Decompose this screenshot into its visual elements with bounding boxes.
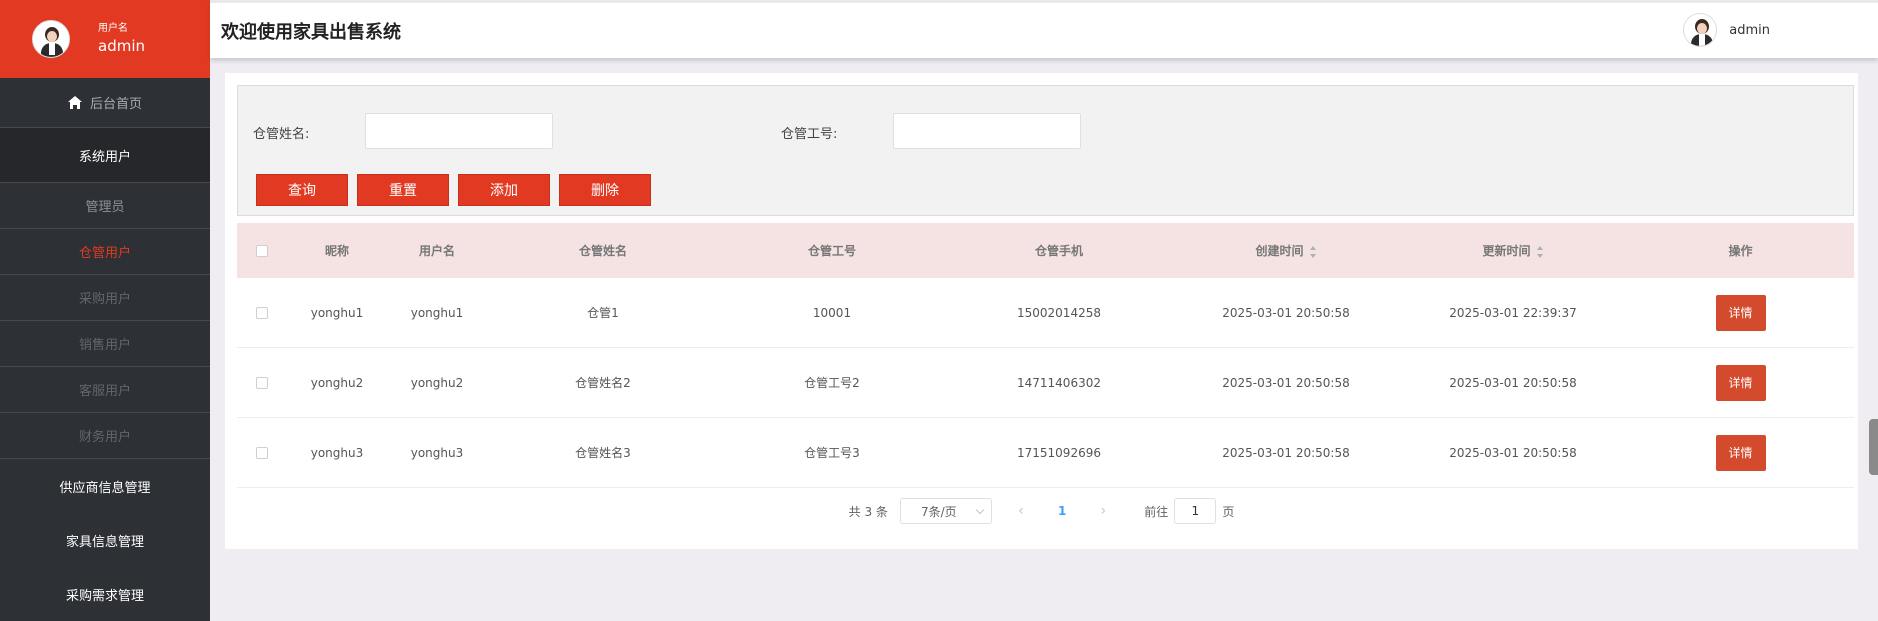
detail-button[interactable]: 详情 [1715, 434, 1766, 471]
select-all-cell [237, 244, 287, 257]
pagination: 共 3 条 7条/页 ‹ 1 › 前往 1 页 [225, 497, 1858, 525]
header-username: 用户名 [418, 244, 455, 258]
cell-created: 2025-03-01 20:50:58 [1222, 445, 1350, 460]
sidebar-item-label: 后台首页 [89, 97, 142, 112]
cell-username: yonghu3 [410, 445, 464, 460]
sidebar-group-system-users[interactable]: 系统用户 [0, 128, 210, 183]
detail-button[interactable]: 详情 [1715, 364, 1766, 401]
avatar [32, 20, 70, 58]
top-header: 欢迎使用家具出售系统 admin [210, 0, 1878, 58]
main-panel: 仓管姓名: 仓管工号: 查询 重置 添加 删除 昵称 用户名 仓管姓名 仓管工号… [225, 73, 1858, 549]
table-row: yonghu1 yonghu1 仓管1 10001 15002014258 20… [237, 278, 1854, 348]
cell-updated: 2025-03-01 22:39:37 [1449, 305, 1577, 320]
name-input[interactable] [365, 113, 553, 149]
header-created[interactable]: 创建时间 [1173, 242, 1399, 259]
id-input[interactable] [893, 113, 1081, 149]
cell-phone: 14711406302 [1017, 375, 1101, 390]
page-number-current[interactable]: 1 [1058, 504, 1066, 518]
cell-nickname: yonghu3 [310, 445, 364, 460]
sidebar-item-admin[interactable]: 管理员 [0, 183, 210, 229]
cell-phone: 15002014258 [1017, 305, 1101, 320]
sidebar-item-furniture[interactable]: 家具信息管理 [0, 513, 210, 567]
cell-name: 仓管姓名3 [575, 446, 631, 460]
goto-page-input[interactable]: 1 [1174, 498, 1217, 524]
cell-action: 详情 [1627, 434, 1854, 471]
prev-page-icon[interactable]: ‹ [1016, 503, 1026, 519]
sidebar-item-purchase-users[interactable]: 采购用户 [0, 275, 210, 321]
header-created-label: 创建时间 [1255, 244, 1304, 258]
sort-icon[interactable] [1309, 245, 1317, 258]
cell-name: 仓管姓名2 [575, 376, 631, 390]
sidebar-item-finance-users[interactable]: 财务用户 [0, 413, 210, 459]
page-unit-label: 页 [1222, 504, 1235, 519]
cell-phone: 17151092696 [1017, 445, 1101, 460]
cell-created: 2025-03-01 20:50:58 [1222, 305, 1350, 320]
header-updated-label: 更新时间 [1482, 244, 1531, 258]
page-size-select[interactable]: 7条/页 [899, 498, 992, 524]
sidebar-user-label: 用户名 [98, 23, 128, 34]
sidebar-user-name: admin [98, 37, 145, 55]
cell-id: 仓管工号3 [804, 446, 860, 460]
pagination-total: 共 3 条 [848, 504, 888, 519]
cell-id: 仓管工号2 [804, 376, 860, 390]
header-user-name: admin [1729, 22, 1770, 38]
header-name: 仓管姓名 [578, 244, 627, 258]
header-updated[interactable]: 更新时间 [1399, 242, 1627, 259]
sidebar-user-block: 用户名 admin [0, 0, 210, 78]
cell-action: 详情 [1627, 364, 1854, 401]
add-button[interactable]: 添加 [458, 174, 550, 206]
row-select-cell [237, 446, 287, 459]
cell-updated: 2025-03-01 20:50:58 [1449, 445, 1577, 460]
sidebar-item-purchase-demand[interactable]: 采购需求管理 [0, 567, 210, 621]
cell-name: 仓管1 [587, 306, 619, 320]
page-size-value: 7条/页 [920, 504, 957, 519]
sidebar-item-home[interactable]: 后台首页 [0, 78, 210, 128]
id-label: 仓管工号: [781, 127, 838, 142]
header-user[interactable]: admin [1683, 13, 1770, 47]
header-nickname: 昵称 [324, 244, 349, 258]
chevron-down-icon [975, 505, 985, 515]
table-row: yonghu3 yonghu3 仓管姓名3 仓管工号3 17151092696 … [237, 418, 1854, 488]
page-title: 欢迎使用家具出售系统 [221, 21, 401, 43]
cell-username: yonghu2 [410, 375, 464, 390]
cell-id: 10001 [812, 305, 852, 320]
delete-button[interactable]: 删除 [559, 174, 651, 206]
header-id: 仓管工号 [807, 244, 856, 258]
detail-button[interactable]: 详情 [1715, 294, 1766, 331]
home-icon [67, 96, 82, 109]
row-select-cell [237, 376, 287, 389]
sidebar-user-info: 用户名 admin [98, 22, 145, 56]
row-checkbox[interactable] [256, 376, 268, 389]
row-checkbox[interactable] [256, 446, 268, 459]
next-page-icon[interactable]: › [1098, 503, 1108, 519]
query-button[interactable]: 查询 [256, 174, 348, 206]
avatar [1683, 13, 1718, 47]
row-checkbox[interactable] [256, 306, 268, 319]
sort-icon[interactable] [1536, 245, 1544, 258]
name-label: 仓管姓名: [253, 127, 310, 142]
sidebar-item-warehouse-users[interactable]: 仓管用户 [0, 229, 210, 275]
sidebar: 用户名 admin 后台首页 系统用户 管理员 仓管用户 采购用户 销售用户 客… [0, 0, 210, 621]
cell-nickname: yonghu1 [310, 305, 364, 320]
table-row: yonghu2 yonghu2 仓管姓名2 仓管工号2 14711406302 … [237, 348, 1854, 418]
sidebar-item-supplier[interactable]: 供应商信息管理 [0, 459, 210, 513]
sidebar-item-sales-users[interactable]: 销售用户 [0, 321, 210, 367]
reset-button[interactable]: 重置 [357, 174, 449, 206]
cell-updated: 2025-03-01 20:50:58 [1449, 375, 1577, 390]
row-select-cell [237, 306, 287, 319]
cell-action: 详情 [1627, 294, 1854, 331]
cell-nickname: yonghu2 [310, 375, 364, 390]
cell-username: yonghu1 [410, 305, 464, 320]
data-table: 昵称 用户名 仓管姓名 仓管工号 仓管手机 创建时间 更新时间 操作 yongh… [237, 223, 1854, 488]
header-phone: 仓管手机 [1034, 244, 1083, 258]
sidebar-item-service-users[interactable]: 客服用户 [0, 367, 210, 413]
goto-label: 前往 [1144, 504, 1169, 519]
scrollbar-thumb[interactable] [1869, 419, 1878, 475]
select-all-checkbox[interactable] [256, 244, 268, 257]
cell-created: 2025-03-01 20:50:58 [1222, 375, 1350, 390]
search-form: 仓管姓名: 仓管工号: 查询 重置 添加 删除 [237, 85, 1854, 216]
table-header: 昵称 用户名 仓管姓名 仓管工号 仓管手机 创建时间 更新时间 操作 [237, 223, 1854, 278]
header-action: 操作 [1728, 244, 1753, 258]
